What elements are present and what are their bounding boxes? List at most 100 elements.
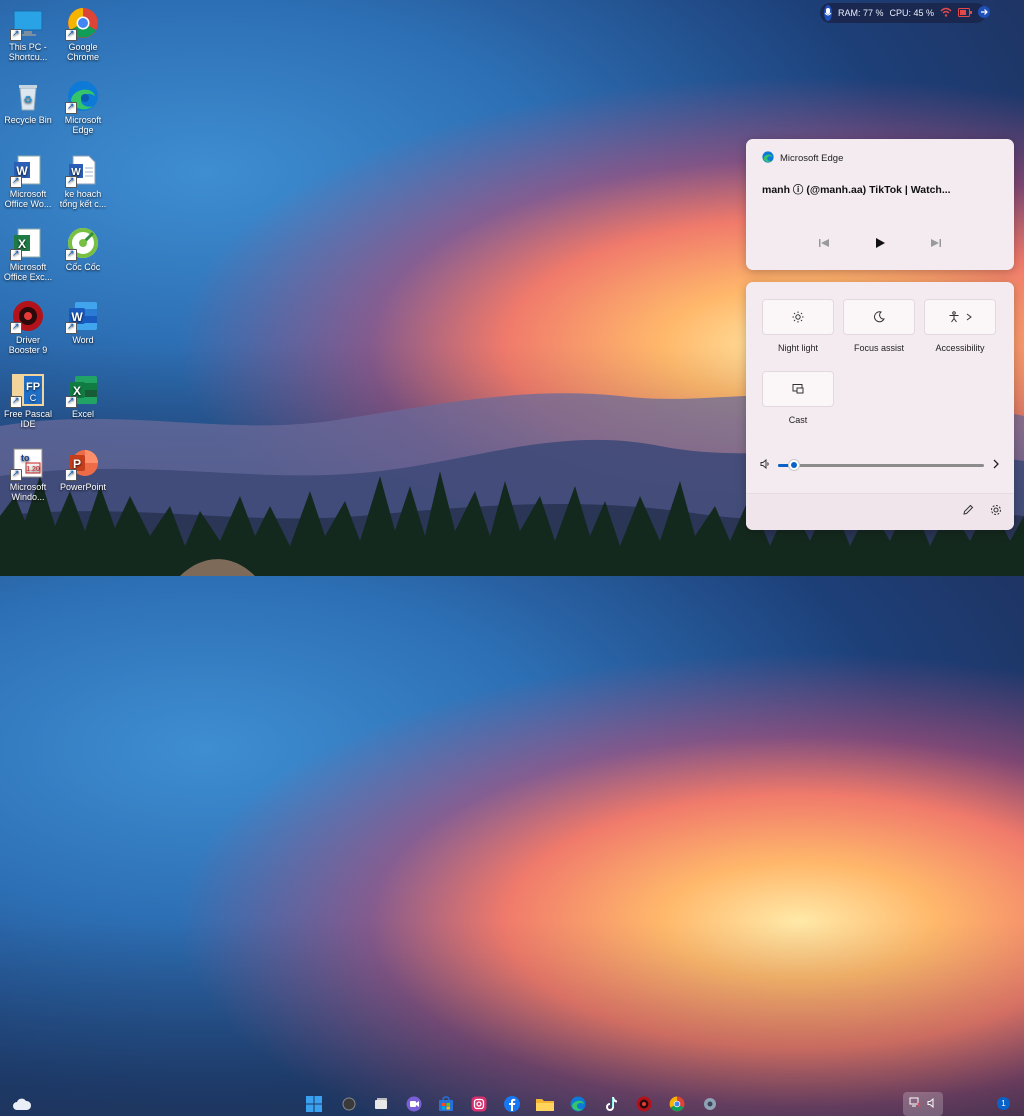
night-light-toggle[interactable] (762, 299, 834, 335)
media-controls (746, 234, 1014, 252)
taskbar-settings[interactable] (700, 1094, 720, 1114)
desktop-icon-ke-hoach[interactable]: W ke hoach tổng kết c... (53, 154, 113, 209)
volume-row (760, 458, 1000, 472)
svg-text:C: C (30, 393, 37, 403)
chevron-right-icon (966, 313, 972, 321)
desktop-icon-driver-booster[interactable]: Driver Booster 9 (0, 300, 58, 355)
tray-network-volume[interactable] (903, 1092, 943, 1116)
search-button[interactable] (339, 1094, 359, 1114)
desktop-icon-excel[interactable]: X Excel (53, 374, 113, 419)
volume-slider[interactable] (778, 458, 984, 471)
media-app: Microsoft Edge (762, 151, 998, 166)
speaker-icon[interactable] (760, 456, 770, 474)
chat-icon (406, 1096, 422, 1112)
desktop-icon-label: Google Chrome (66, 42, 99, 62)
search-icon (342, 1097, 356, 1111)
taskbar-chrome[interactable] (667, 1094, 687, 1114)
taskbar-file-explorer[interactable] (535, 1094, 555, 1114)
taskbar-edge[interactable] (568, 1094, 588, 1114)
free-pascal-icon: FP C (10, 374, 44, 408)
taskbar-instagram[interactable] (469, 1094, 489, 1114)
battery-icon (958, 7, 973, 19)
word-doc-icon: W (10, 154, 44, 188)
tile-accessibility[interactable]: Accessibility (924, 299, 996, 353)
taskbar-driver-booster[interactable] (634, 1094, 654, 1114)
excel-icon: X (65, 374, 99, 408)
volume-icon (927, 1095, 937, 1113)
desktop-icon-coc-coc[interactable]: Cốc Cốc (53, 227, 113, 272)
desktop-icon-label: Cốc Cốc (65, 262, 101, 272)
gear-icon (991, 505, 1001, 515)
desktop-icon-windows-app[interactable]: to 1.20 Microsoft Windo... (0, 447, 58, 502)
settings-button[interactable] (990, 503, 1002, 521)
word-icon: W (65, 300, 99, 334)
facebook-icon (504, 1096, 520, 1112)
start-button[interactable] (304, 1094, 324, 1114)
tiktok-icon (606, 1097, 617, 1111)
desktop-icon-label: PowerPoint (59, 482, 107, 492)
desktop-icon-free-pascal[interactable]: FPC Free Pascal IDE (0, 374, 58, 429)
arrow-right-icon[interactable] (978, 6, 991, 20)
desktop-icon-office-word[interactable]: W Microsoft Office Wo... (0, 154, 58, 209)
folder-icon (536, 1099, 554, 1111)
task-view-icon (375, 1098, 387, 1109)
desktop-icon-google-chrome[interactable]: Google Chrome (53, 7, 113, 62)
ram-usage: RAM: 77 % (838, 8, 884, 18)
desktop-icon-label: Microsoft Edge (64, 115, 102, 135)
desktop-icon-label: Recycle Bin (4, 115, 52, 125)
previous-track-button[interactable] (815, 234, 833, 252)
driver-booster-icon (636, 1096, 652, 1112)
tile-label: Night light (777, 343, 819, 353)
wifi-icon (940, 7, 952, 19)
volume-slider-thumb[interactable] (788, 458, 801, 471)
task-view-button[interactable] (371, 1094, 391, 1114)
cast-toggle[interactable] (762, 371, 834, 407)
chrome-icon (65, 7, 99, 41)
skip-previous-icon (819, 239, 829, 247)
tile-focus-assist[interactable]: Focus assist (843, 299, 915, 353)
microphone-icon[interactable] (824, 5, 832, 21)
play-button[interactable] (871, 234, 889, 252)
taskbar-tiktok[interactable] (601, 1094, 621, 1114)
quick-settings-footer (746, 493, 1014, 530)
audio-output-chevron-icon[interactable] (992, 456, 1000, 474)
tile-cast[interactable]: Cast (762, 371, 834, 425)
desktop-icon-microsoft-edge[interactable]: Microsoft Edge (53, 80, 113, 135)
monitor-icon (10, 7, 44, 41)
quick-settings-panel: Night light Focus assist Accessibility C… (746, 282, 1014, 530)
media-control-card: Microsoft Edge manh ⓘ (@manh.aa) TikTok … (746, 139, 1014, 270)
desktop-icon-label: Microsoft Windo... (9, 482, 47, 502)
windows-app-icon: to 1.20 (10, 447, 44, 481)
moon-icon (874, 311, 885, 323)
excel-doc-icon: X (10, 227, 44, 261)
edge-icon (570, 1096, 586, 1112)
notification-badge[interactable]: 1 (997, 1097, 1010, 1110)
taskbar-store[interactable] (436, 1094, 456, 1114)
cpu-usage: CPU: 45 % (889, 8, 935, 18)
svg-text:♻: ♻ (24, 95, 33, 106)
edge-icon (762, 151, 774, 166)
cast-icon (792, 384, 804, 394)
word-file-icon: W (65, 154, 99, 188)
tile-label: Focus assist (853, 343, 904, 353)
tile-night-light[interactable]: Night light (762, 299, 834, 353)
skip-next-icon (931, 239, 941, 247)
instagram-icon (471, 1096, 487, 1112)
recycle-bin-icon: ♻ (12, 80, 44, 112)
desktop-icon-label: ke hoach tổng kết c... (59, 189, 107, 209)
desktop-icon-powerpoint[interactable]: P PowerPoint (53, 447, 113, 492)
weather-icon[interactable] (12, 1094, 32, 1114)
accessibility-toggle[interactable] (924, 299, 996, 335)
desktop-icon-office-excel[interactable]: X Microsoft Office Exc... (0, 227, 58, 282)
desktop-icon-word[interactable]: W Word (53, 300, 113, 345)
desktop-icon-this-pc[interactable]: This PC - Shortcu... (0, 7, 58, 62)
taskbar-facebook[interactable] (502, 1094, 522, 1114)
edit-button[interactable] (962, 503, 974, 521)
system-monitor-widget[interactable]: RAM: 77 % CPU: 45 % (820, 3, 991, 23)
desktop-icon-label: Driver Booster 9 (8, 335, 48, 355)
media-title: manh ⓘ (@manh.aa) TikTok | Watch... (762, 184, 951, 196)
next-track-button[interactable] (927, 234, 945, 252)
desktop-icon-recycle-bin[interactable]: ♻ Recycle Bin (0, 80, 58, 125)
focus-assist-toggle[interactable] (843, 299, 915, 335)
taskbar-teams[interactable] (404, 1094, 424, 1114)
